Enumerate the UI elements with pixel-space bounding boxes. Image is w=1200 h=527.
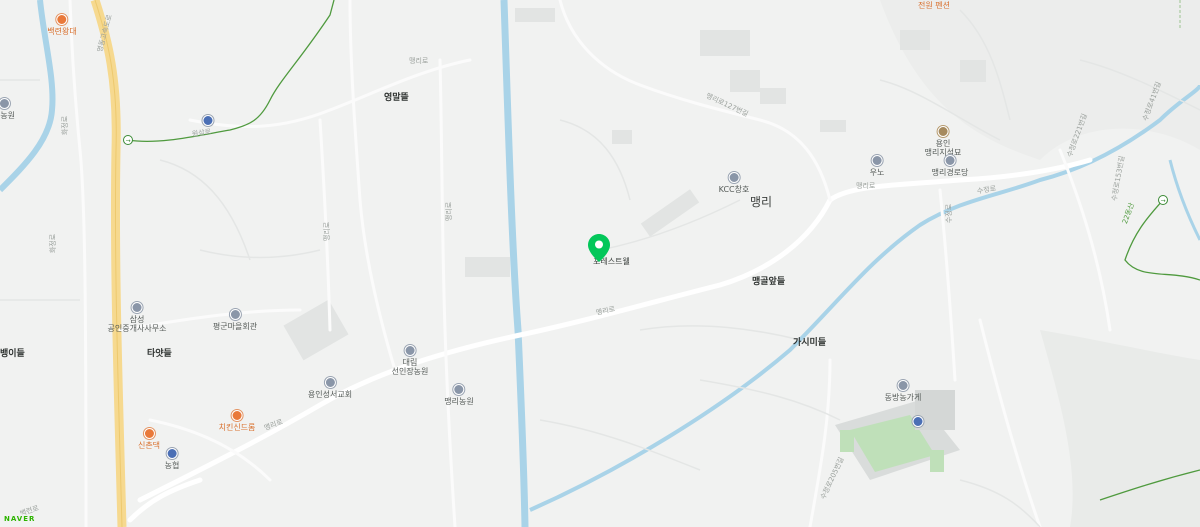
poi-pyeonggun-hall[interactable]: 평군마을회관	[213, 309, 257, 331]
poi-sinchon[interactable]: 신촌댁	[138, 428, 160, 450]
poi-label: 맹리농원	[444, 397, 474, 406]
poi-park[interactable]: 주농원	[0, 98, 15, 120]
poi-label: 용인성서교회	[307, 390, 353, 399]
poi-maengri-hall[interactable]: 맹리경로당	[931, 155, 969, 177]
road-label-east-vert: 수정로	[945, 203, 954, 224]
poi-label: 평군마을회관	[212, 322, 258, 331]
place-icon	[453, 384, 465, 395]
poi-ubo[interactable]: 우노	[869, 155, 885, 177]
road-label-left: 화정로	[61, 115, 70, 136]
poi-yongin-church[interactable]: 용인성서교회	[308, 377, 352, 399]
place-icon	[131, 302, 143, 313]
place-icon	[728, 172, 740, 183]
district-label-taedeul: 타얏들	[147, 349, 172, 359]
poi-chicken-shop[interactable]: 치킨신드롬	[218, 410, 256, 432]
restaurant-icon	[56, 14, 68, 25]
road-label-maengri-ro-mid: 맹리로	[856, 182, 876, 190]
poi-label: KCC창호	[718, 185, 750, 194]
district-label-yeongmal: 영말뜰	[384, 93, 409, 103]
district-label-maenggol: 맹골앞들	[752, 277, 786, 287]
place-icon	[871, 155, 883, 166]
naver-logo: NAVER	[4, 515, 36, 523]
poi-baekryeon[interactable]: 백련왕대	[47, 14, 77, 36]
poi-label: 농협	[164, 461, 180, 470]
road-label-maengri-ro-ne: 맹리로	[445, 201, 454, 222]
poi-label: 삼성 공인중개사사무소	[107, 315, 167, 334]
place-icon	[944, 155, 956, 166]
poi-jeonwon[interactable]: 전원 펜션	[918, 2, 950, 10]
poi-label: 맹리경로당	[931, 168, 969, 177]
place-icon	[404, 345, 416, 356]
place-icon	[229, 309, 241, 320]
poi-samsung-realty[interactable]: 삼성 공인중개사사무소	[107, 302, 167, 334]
road-label-maengri-ro-top: 맹리로	[409, 57, 429, 65]
bank-icon	[166, 448, 178, 459]
road-label-left-vert: 화정로	[49, 233, 58, 254]
poi-parking-top[interactable]	[202, 115, 214, 126]
poi-label: 백련왕대	[47, 27, 77, 36]
landmark-icon	[937, 126, 949, 137]
location-pin-marker[interactable]	[588, 234, 610, 266]
poi-parking-stadium[interactable]	[912, 416, 924, 427]
poi-daerim-nursery[interactable]: 대림 선인장농원	[391, 345, 429, 377]
restaurant-icon	[143, 428, 155, 439]
poi-dongbang-store[interactable]: 동방농가게	[884, 380, 922, 402]
poi-label: 대림 선인장농원	[391, 358, 429, 377]
poi-label: 치킨신드롬	[218, 423, 256, 432]
road-label-mid-vert: 맹리로	[323, 221, 332, 242]
parking-icon	[912, 416, 924, 427]
poi-kcc[interactable]: KCC창호	[718, 172, 750, 194]
restaurant-icon	[231, 410, 243, 421]
place-icon	[0, 98, 10, 109]
poi-label: 동방농가게	[884, 393, 922, 402]
poi-nonghyup[interactable]: 농협	[164, 448, 180, 470]
parking-icon	[202, 115, 214, 126]
poi-label: 우노	[869, 168, 885, 177]
svg-text:→: →	[125, 138, 130, 145]
map-pin-icon	[588, 234, 610, 262]
poi-maengri-farm[interactable]: 맹리농원	[444, 384, 474, 406]
map-canvas[interactable]: → → 맹리 영말뜰 타얏들 가시미들 맹골앞들 뱅이들 맹리로 맹리로 맹리로…	[0, 0, 1200, 527]
district-label-maengri: 맹리	[750, 195, 773, 209]
poi-label: 주농원	[0, 111, 16, 120]
poi-label: 신촌댁	[137, 441, 161, 450]
place-icon	[897, 380, 909, 391]
svg-text:→: →	[1160, 198, 1165, 205]
district-label-gasi: 가시미들	[793, 338, 827, 348]
district-label-left-edge: 뱅이들	[0, 349, 25, 359]
church-icon	[324, 377, 336, 388]
poi-yongin-dolmen[interactable]: 용인 맹리지석묘	[925, 126, 961, 157]
